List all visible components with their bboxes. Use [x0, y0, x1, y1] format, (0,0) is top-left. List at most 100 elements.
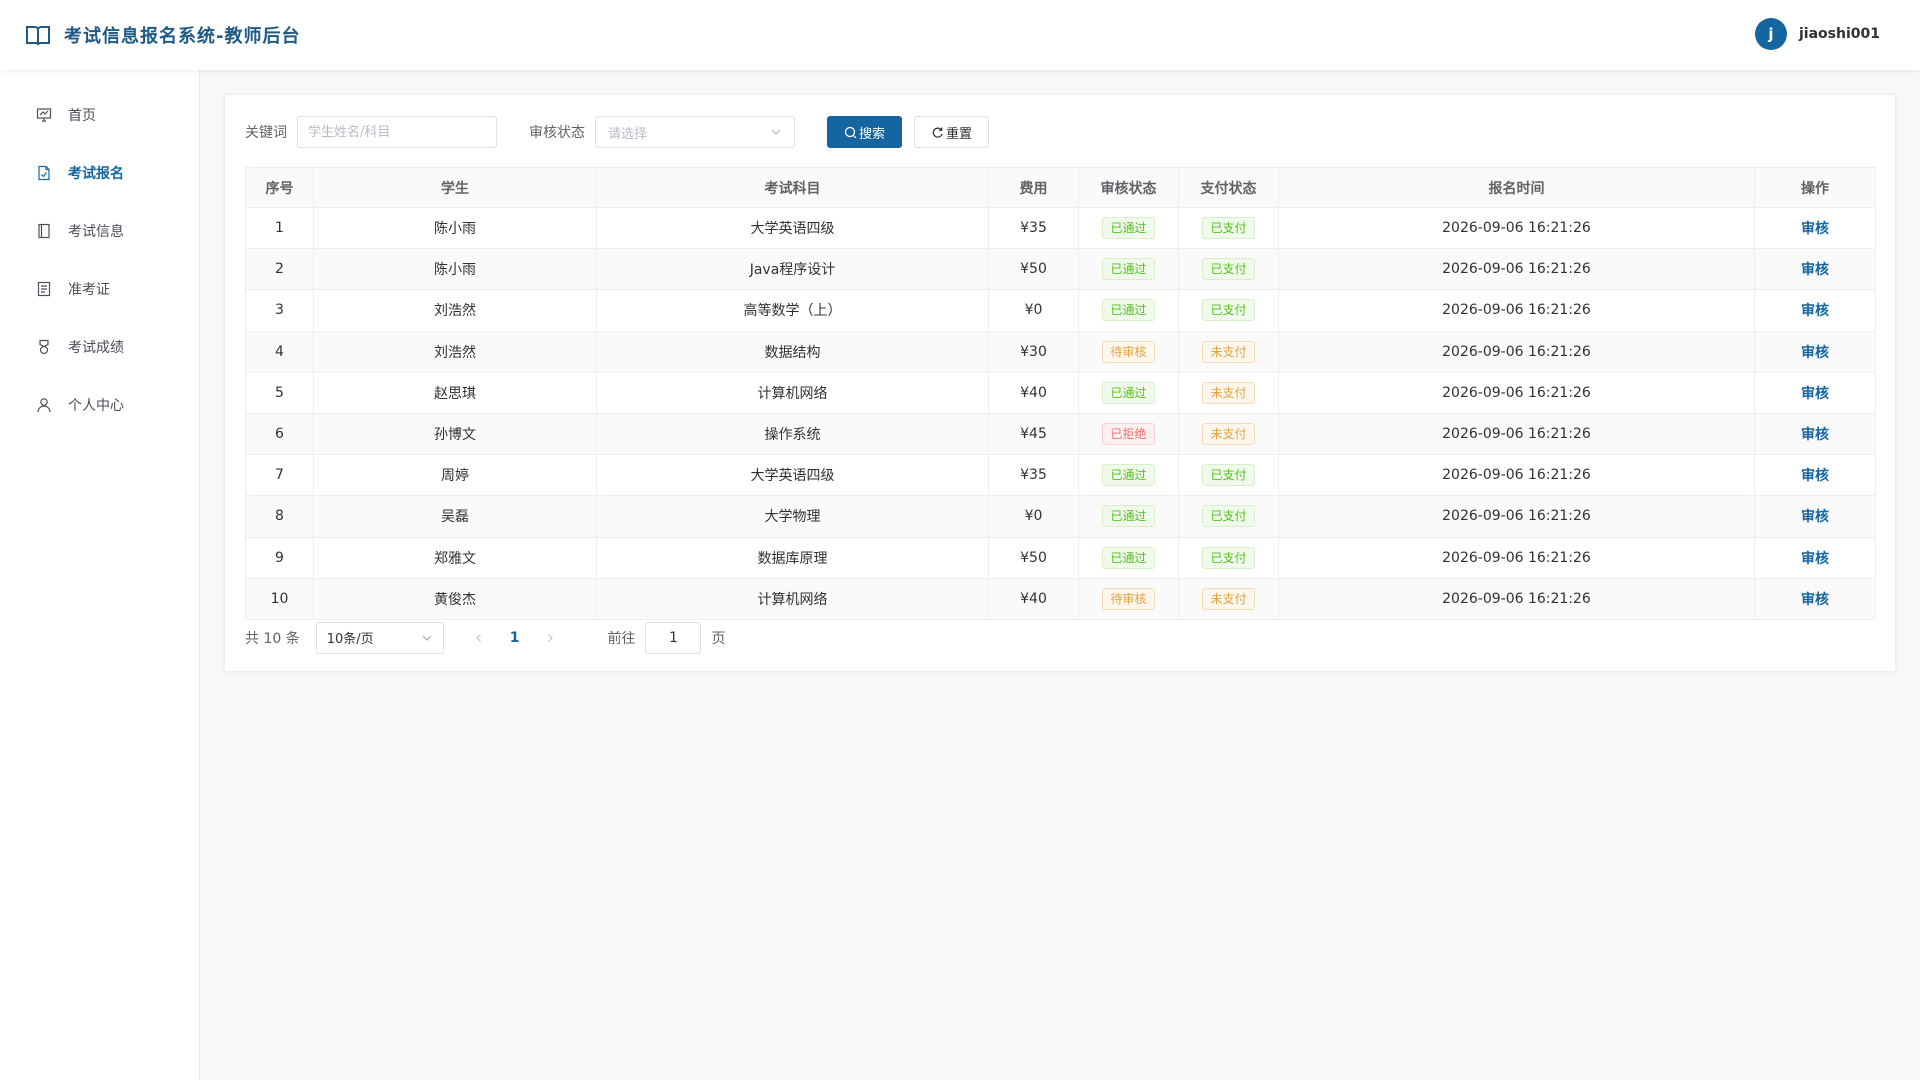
sidebar-item-label: 考试信息 [68, 224, 124, 240]
review-link[interactable]: 审核 [1801, 592, 1829, 608]
sidebar-item-exam-scores[interactable]: 考试成绩 [0, 318, 199, 376]
cell-time: 2026-09-06 16:21:26 [1278, 536, 1755, 579]
pay-status-badge: 已支付 [1202, 299, 1255, 322]
app-title: 考试信息报名系统-教师后台 [64, 26, 301, 47]
user-icon [37, 398, 51, 413]
cell-no: 1 [245, 206, 314, 250]
top-header: 考试信息报名系统-教师后台 j jiaoshi001 [0, 0, 1920, 70]
sidebar-item-exam-registration[interactable]: 考试报名 [0, 144, 199, 202]
registration-table: 序号 学生 考试科目 费用 审核状态 支付状态 报名时间 操作 1 陈小雨 大学… [245, 167, 1876, 620]
sidebar-item-exam-info[interactable]: 考试信息 [0, 202, 199, 260]
cell-student: 刘浩然 [313, 330, 597, 373]
dashboard-icon [36, 108, 52, 122]
cell-student: 孙博文 [313, 412, 597, 456]
table-row: 10 黄俊杰 计算机网络 ¥40 待审核 未支付 2026-09-06 16:2… [245, 577, 1876, 620]
pagination: 共 10 条 10条/页 1 前往 页 [245, 620, 1875, 656]
prev-page-button[interactable] [472, 633, 486, 643]
review-status-badge: 已通过 [1102, 299, 1155, 322]
column-header: 报名时间 [1278, 167, 1755, 208]
review-link[interactable]: 审核 [1801, 386, 1829, 402]
column-header: 考试科目 [596, 167, 989, 208]
table-row: 3 刘浩然 高等数学（上） ¥0 已通过 已支付 2026-09-06 16:2… [245, 289, 1876, 332]
notebook-icon [38, 223, 50, 239]
cell-time: 2026-09-06 16:21:26 [1278, 454, 1755, 497]
reset-button-label: 重置 [946, 126, 973, 142]
search-button[interactable]: 搜索 [827, 116, 903, 148]
review-link[interactable]: 审核 [1801, 468, 1829, 484]
cell-no: 6 [245, 412, 314, 456]
review-status-badge: 待审核 [1102, 587, 1155, 610]
book-open-icon [24, 21, 52, 49]
review-link[interactable]: 审核 [1801, 345, 1829, 361]
column-header: 序号 [245, 167, 314, 208]
next-page-button[interactable] [543, 633, 557, 643]
table-header-row: 序号 学生 考试科目 费用 审核状态 支付状态 报名时间 操作 [245, 167, 1876, 208]
cell-student: 黄俊杰 [313, 577, 597, 620]
pay-status-badge: 未支付 [1202, 423, 1255, 446]
sidebar-item-label: 个人中心 [68, 398, 124, 414]
sidebar-item-profile[interactable]: 个人中心 [0, 376, 199, 434]
user-menu[interactable]: j jiaoshi001 [1755, 18, 1880, 50]
sidebar-item-label: 准考证 [68, 282, 110, 298]
pay-status-badge: 已支付 [1202, 217, 1255, 240]
page-number-current[interactable]: 1 [510, 630, 520, 646]
cell-no: 8 [245, 495, 314, 538]
column-header: 支付状态 [1178, 167, 1279, 208]
keyword-input[interactable] [297, 116, 497, 148]
pay-status-badge: 已支付 [1202, 505, 1255, 528]
review-status-badge: 待审核 [1102, 340, 1155, 363]
cell-no: 4 [245, 330, 314, 373]
status-select[interactable]: 请选择 [595, 116, 795, 148]
review-link[interactable]: 审核 [1801, 551, 1829, 567]
avatar[interactable]: j [1755, 18, 1787, 50]
review-link[interactable]: 审核 [1801, 221, 1829, 237]
page-size-value: 10条/页 [326, 632, 374, 648]
cell-subject: 数据结构 [596, 330, 989, 373]
column-header: 费用 [988, 167, 1079, 208]
cell-no: 10 [245, 577, 314, 620]
cell-fee: ¥50 [988, 536, 1079, 579]
cell-time: 2026-09-06 16:21:26 [1278, 412, 1755, 456]
review-link[interactable]: 审核 [1801, 303, 1829, 319]
reset-button[interactable]: 重置 [914, 116, 990, 148]
search-button-label: 搜索 [859, 126, 886, 142]
pay-status-badge: 已支付 [1202, 258, 1255, 281]
table-row: 7 周婷 大学英语四级 ¥35 已通过 已支付 2026-09-06 16:21… [245, 454, 1876, 497]
cell-fee: ¥50 [988, 248, 1079, 291]
cell-time: 2026-09-06 16:21:26 [1278, 289, 1755, 332]
cell-subject: 高等数学（上） [596, 289, 989, 332]
sidebar-item-admission-ticket[interactable]: 准考证 [0, 260, 199, 318]
pay-status-badge: 未支付 [1202, 340, 1255, 363]
cell-student: 赵思琪 [313, 371, 597, 414]
review-status-badge: 已拒绝 [1102, 423, 1155, 446]
sidebar-item-home[interactable]: 首页 [0, 86, 199, 144]
review-link[interactable]: 审核 [1801, 509, 1829, 525]
medal-icon [39, 339, 49, 355]
cell-time: 2026-09-06 16:21:26 [1278, 577, 1755, 620]
cell-student: 陈小雨 [313, 206, 597, 250]
cell-no: 7 [245, 454, 314, 497]
keyword-label: 关键词 [245, 125, 287, 141]
goto-page-input[interactable] [645, 621, 702, 654]
table-row: 6 孙博文 操作系统 ¥45 已拒绝 未支付 2026-09-06 16:21:… [245, 412, 1876, 456]
chevron-left-icon [475, 633, 481, 642]
chevron-down-icon [771, 129, 781, 135]
tickets-icon [37, 281, 51, 297]
cell-fee: ¥40 [988, 371, 1079, 414]
page-size-select[interactable]: 10条/页 [315, 621, 444, 654]
cell-no: 3 [245, 289, 314, 332]
cell-no: 9 [245, 536, 314, 579]
pay-status-badge: 未支付 [1202, 381, 1255, 404]
cell-student: 陈小雨 [313, 248, 597, 291]
table-row: 5 赵思琪 计算机网络 ¥40 已通过 未支付 2026-09-06 16:21… [245, 371, 1876, 414]
cell-subject: 大学英语四级 [596, 206, 989, 250]
pay-status-badge: 未支付 [1202, 587, 1255, 610]
username[interactable]: jiaoshi001 [1799, 26, 1880, 42]
cell-student: 周婷 [313, 454, 597, 497]
review-status-badge: 已通过 [1102, 381, 1155, 404]
logo: 考试信息报名系统-教师后台 [24, 21, 300, 49]
sidebar-item-label: 首页 [68, 108, 96, 124]
review-link[interactable]: 审核 [1801, 427, 1829, 443]
cell-subject: 操作系统 [596, 412, 989, 456]
review-link[interactable]: 审核 [1801, 262, 1829, 278]
